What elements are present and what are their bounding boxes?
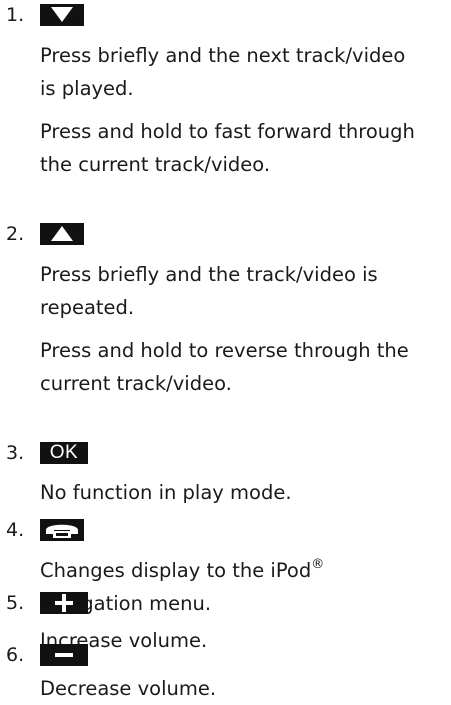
list-item-3: 3. OK No function in play mode. xyxy=(6,438,445,509)
triangle-down-icon xyxy=(51,7,73,22)
description-paragraph: Press and hold to reverse through the cu… xyxy=(40,334,445,400)
plus-icon xyxy=(55,594,73,612)
text-line: is played. xyxy=(40,77,134,100)
volume-down-key xyxy=(40,644,88,666)
description-paragraph: Decrease volume. xyxy=(40,672,445,705)
text-line: Decrease volume. xyxy=(40,677,217,700)
text-line: current track/video. xyxy=(40,372,232,395)
description-paragraph: Press briefly and the track/video is rep… xyxy=(40,258,445,324)
ok-key: OK xyxy=(40,442,88,464)
phone-hangup-icon xyxy=(46,524,78,538)
text-fragment: Changes display to the iPod xyxy=(40,559,312,582)
phone-key xyxy=(40,519,84,541)
description-paragraph: Press briefly and the next track/video i… xyxy=(40,39,445,105)
text-line: Press and hold to fast forward through xyxy=(40,120,415,143)
item-number: 6. xyxy=(6,644,25,666)
item-header: 6. xyxy=(6,640,445,670)
item-header: 4. xyxy=(6,515,445,545)
item-header: 1. xyxy=(6,0,445,30)
item-header: 3. OK xyxy=(6,438,445,468)
next-track-key xyxy=(40,4,84,26)
instruction-page: 1. Press briefly and the next track/vide… xyxy=(0,0,451,704)
text-line: Changes display to the iPod® xyxy=(40,554,445,587)
list-item-1: 1. Press briefly and the next track/vide… xyxy=(6,0,445,181)
text-line: No function in play mode. xyxy=(40,481,292,504)
text-line: Press and hold to reverse through the xyxy=(40,339,409,362)
item-header: 2. xyxy=(6,219,445,249)
triangle-up-icon xyxy=(51,226,73,241)
registered-trademark: ® xyxy=(311,557,325,572)
list-item-2: 2. Press briefly and the track/video is … xyxy=(6,219,445,400)
volume-up-key xyxy=(40,592,88,614)
item-number: 1. xyxy=(6,4,25,26)
text-line: the current track/video. xyxy=(40,153,271,176)
text-line: repeated. xyxy=(40,296,135,319)
text-line: Press briefly and the track/video is xyxy=(40,263,378,286)
item-number: 5. xyxy=(6,592,25,614)
item-number: 3. xyxy=(6,442,25,464)
item-number: 4. xyxy=(6,519,25,541)
minus-icon xyxy=(55,653,73,657)
list-item-6: 6. Decrease volume. xyxy=(6,640,445,705)
text-line: Press briefly and the next track/video xyxy=(40,44,406,67)
description-paragraph: No function in play mode. xyxy=(40,476,445,509)
repeat-track-key xyxy=(40,223,84,245)
item-header: 5. xyxy=(6,588,445,618)
item-number: 2. xyxy=(6,223,25,245)
description-paragraph: Press and hold to fast forward through t… xyxy=(40,115,445,181)
